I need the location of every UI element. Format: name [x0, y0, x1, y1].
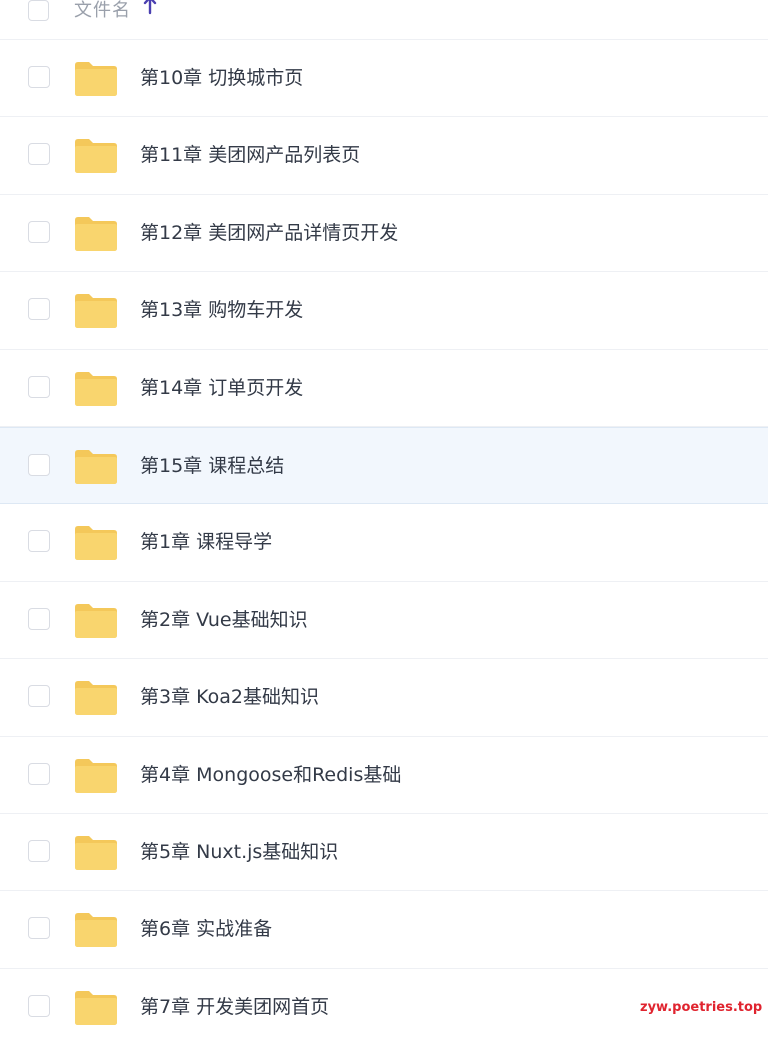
file-row-2[interactable]: 第11章 美团网产品列表页	[0, 117, 768, 195]
file-name[interactable]: 第3章 Koa2基础知识	[140, 685, 319, 709]
row-checkbox[interactable]	[28, 453, 50, 476]
select-all-checkbox[interactable]	[28, 0, 49, 21]
file-row-8[interactable]: 第2章 Vue基础知识	[0, 582, 768, 660]
file-name[interactable]: 第4章 Mongoose和Redis基础	[140, 763, 401, 787]
file-row-10[interactable]: 第4章 Mongoose和Redis基础	[0, 737, 768, 814]
row-checkbox[interactable]	[28, 220, 50, 243]
folder-icon	[75, 449, 117, 484]
folder-icon	[75, 913, 117, 948]
file-row-4[interactable]: 第13章 购物车开发	[0, 272, 768, 350]
folder-icon	[75, 526, 117, 561]
row-checkbox[interactable]	[28, 994, 50, 1017]
folder-icon	[75, 835, 117, 870]
file-row-12[interactable]: 第6章 实战准备	[0, 891, 768, 969]
file-list-page: 文件名 第10章 切换城市页 第11章 美团网产品列表页 第12章 美团网产品详…	[0, 0, 768, 1039]
row-checkbox[interactable]	[28, 375, 50, 398]
folder-icon	[75, 758, 117, 793]
folder-icon	[75, 216, 117, 251]
column-header-filename[interactable]: 文件名	[74, 0, 131, 22]
row-checkbox[interactable]	[28, 607, 50, 630]
file-name[interactable]: 第13章 购物车开发	[140, 298, 303, 322]
arrow-up-icon[interactable]	[142, 0, 158, 16]
file-name[interactable]: 第10章 切换城市页	[140, 66, 303, 90]
row-checkbox[interactable]	[28, 143, 50, 166]
file-row-1[interactable]: 第10章 切换城市页	[0, 40, 768, 118]
file-name[interactable]: 第12章 美团网产品详情页开发	[140, 221, 398, 245]
file-row-7[interactable]: 第1章 课程导学	[0, 504, 768, 582]
row-checkbox[interactable]	[28, 685, 50, 708]
file-row-5[interactable]: 第14章 订单页开发	[0, 350, 768, 427]
file-row-3[interactable]: 第12章 美团网产品详情页开发	[0, 195, 768, 273]
file-name[interactable]: 第7章 开发美团网首页	[140, 995, 329, 1019]
file-name[interactable]: 第14章 订单页开发	[140, 376, 303, 400]
file-row-6[interactable]: 第15章 课程总结	[0, 426, 768, 505]
folder-icon	[75, 990, 117, 1025]
file-list-header: 文件名	[0, 0, 768, 40]
file-name[interactable]: 第1章 课程导学	[140, 530, 272, 554]
folder-icon	[75, 62, 117, 96]
file-name[interactable]: 第2章 Vue基础知识	[140, 608, 308, 632]
row-checkbox[interactable]	[28, 839, 50, 862]
file-row-9[interactable]: 第3章 Koa2基础知识	[0, 659, 768, 737]
row-checkbox[interactable]	[28, 298, 50, 321]
file-name[interactable]: 第11章 美团网产品列表页	[140, 143, 360, 167]
file-row-11[interactable]: 第5章 Nuxt.js基础知识	[0, 814, 768, 892]
row-checkbox[interactable]	[28, 66, 50, 88]
file-name[interactable]: 第6章 实战准备	[140, 917, 272, 941]
folder-icon	[75, 681, 117, 716]
file-name[interactable]: 第5章 Nuxt.js基础知识	[140, 840, 338, 864]
folder-icon	[75, 294, 117, 329]
row-checkbox[interactable]	[28, 917, 50, 940]
watermark-text: zyw.poetries.top	[640, 1000, 763, 1015]
folder-icon	[75, 371, 117, 406]
folder-icon	[75, 139, 117, 174]
file-name[interactable]: 第15章 课程总结	[140, 454, 284, 478]
row-checkbox[interactable]	[28, 762, 50, 785]
row-checkbox[interactable]	[28, 530, 50, 553]
file-list: 第10章 切换城市页 第11章 美团网产品列表页 第12章 美团网产品详情页开发…	[0, 40, 768, 1039]
folder-icon	[75, 603, 117, 638]
